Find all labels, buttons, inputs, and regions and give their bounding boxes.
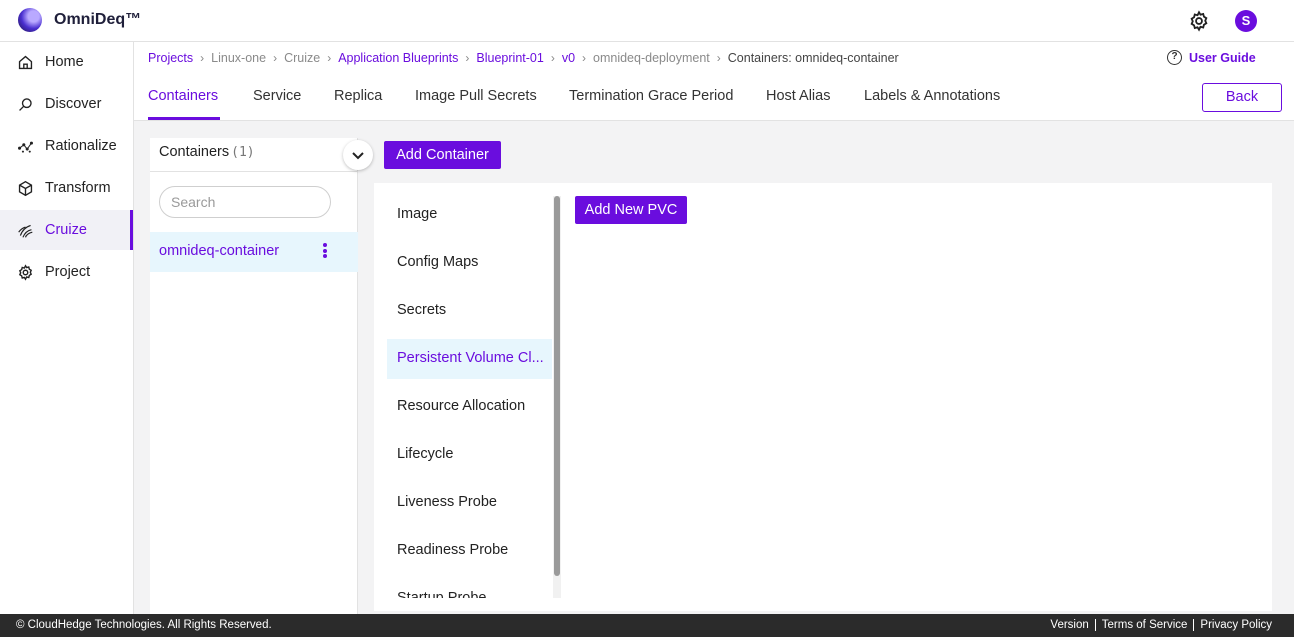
breadcrumb-projects[interactable]: Projects (148, 51, 193, 65)
containers-count: (1) (231, 145, 255, 160)
section-readiness-probe[interactable]: Readiness Probe (387, 531, 552, 571)
breadcrumb-version[interactable]: v0 (562, 51, 575, 65)
user-avatar[interactable]: S (1235, 10, 1257, 32)
project-gear-icon (18, 264, 33, 281)
footer-link-terms[interactable]: Terms of Service (1094, 619, 1194, 631)
sidebar-item-label: Transform (45, 180, 111, 196)
collapse-panel-button[interactable] (343, 140, 373, 170)
breadcrumb-application-blueprints[interactable]: Application Blueprints (338, 51, 458, 65)
section-scrollbar[interactable] (553, 196, 561, 598)
section-label: Lifecycle (397, 446, 454, 462)
app-header: OmniDeq™ S (0, 0, 1294, 42)
section-label: Startup Probe (397, 590, 487, 598)
tab-service[interactable]: Service (253, 88, 301, 104)
cruize-icon (18, 224, 33, 238)
user-guide-label: User Guide (1189, 50, 1256, 65)
footer: © CloudHedge Technologies. All Rights Re… (0, 614, 1294, 637)
section-label: Config Maps (397, 254, 479, 270)
tab-termination-grace-period[interactable]: Termination Grace Period (569, 88, 733, 104)
chevron-right-icon: › (465, 51, 470, 65)
section-label: Image (397, 206, 438, 222)
back-button[interactable]: Back (1202, 83, 1282, 112)
sidebar-item-label: Rationalize (45, 138, 117, 154)
tab-host-alias[interactable]: Host Alias (766, 88, 830, 104)
help-icon: ? (1167, 50, 1182, 65)
footer-link-version[interactable]: Version (1044, 619, 1094, 631)
gear-icon[interactable] (1188, 10, 1210, 32)
list-item[interactable]: omnideq-container (150, 232, 358, 272)
section-image[interactable]: Image (387, 195, 552, 235)
section-secrets[interactable]: Secrets (387, 291, 552, 331)
breadcrumb: Projects › Linux-one › Cruize › Applicat… (148, 50, 899, 66)
home-icon (18, 55, 33, 70)
section-label: Liveness Probe (397, 494, 497, 510)
scrollbar-thumb[interactable] (554, 196, 560, 576)
sidebar-item-label: Cruize (45, 222, 87, 238)
sidebar-item-home[interactable]: Home (0, 42, 133, 82)
add-new-pvc-button[interactable]: Add New PVC (575, 196, 687, 224)
tab-labels-annotations[interactable]: Labels & Annotations (864, 88, 1000, 104)
section-config-maps[interactable]: Config Maps (387, 243, 552, 283)
container-config-panel: Image Config Maps Secrets Persistent Vol… (374, 183, 1272, 611)
breadcrumb-linux-one: Linux-one (211, 51, 267, 65)
section-label: Persistent Volume Cl... (397, 350, 544, 366)
section-persistent-volume-claims[interactable]: Persistent Volume Cl... (387, 339, 552, 379)
chevron-right-icon: › (582, 51, 587, 65)
section-lifecycle[interactable]: Lifecycle (387, 435, 552, 475)
chevron-right-icon: › (273, 51, 278, 65)
tab-image-pull-secrets[interactable]: Image Pull Secrets (415, 88, 537, 104)
omnideq-logo-icon[interactable] (18, 8, 42, 32)
section-list: Image Config Maps Secrets Persistent Vol… (387, 183, 552, 598)
copyright-text: © CloudHedge Technologies. All Rights Re… (16, 619, 272, 631)
sidebar-item-label: Discover (45, 96, 102, 112)
sidebar-item-transform[interactable]: Transform (0, 168, 133, 208)
section-liveness-probe[interactable]: Liveness Probe (387, 483, 552, 523)
sidebar-item-label: Project (45, 264, 91, 280)
sidebar: Home Discover Rationalize Transform Crui… (0, 42, 134, 614)
discover-icon (19, 98, 32, 111)
section-label: Readiness Probe (397, 542, 509, 558)
chevron-right-icon: › (200, 51, 205, 65)
brand-name[interactable]: OmniDeq™ (54, 11, 141, 29)
tab-replica[interactable]: Replica (334, 88, 382, 104)
breadcrumb-blueprint[interactable]: Blueprint-01 (476, 51, 543, 65)
chevron-down-icon (352, 152, 364, 160)
footer-link-privacy[interactable]: Privacy Policy (1193, 619, 1278, 631)
add-container-button[interactable]: Add Container (384, 141, 501, 169)
chevron-right-icon: › (716, 51, 721, 65)
cube-icon (18, 180, 33, 197)
tab-containers[interactable]: Containers (148, 88, 218, 104)
sidebar-item-rationalize[interactable]: Rationalize (0, 126, 133, 166)
sidebar-item-discover[interactable]: Discover (0, 84, 133, 124)
rationalize-icon (18, 141, 33, 153)
more-vertical-icon[interactable] (322, 243, 328, 259)
section-startup-probe[interactable]: Startup Probe (387, 579, 552, 598)
section-label: Secrets (397, 302, 447, 318)
section-resource-allocation[interactable]: Resource Allocation (387, 387, 552, 427)
chevron-right-icon: › (550, 51, 555, 65)
container-name: omnideq-container (159, 243, 280, 259)
sidebar-item-label: Home (45, 54, 84, 70)
section-label: Resource Allocation (397, 398, 526, 414)
sidebar-item-cruize[interactable]: Cruize (0, 210, 133, 250)
tab-bar: Containers Service Replica Image Pull Se… (134, 78, 1294, 121)
breadcrumb-current: Containers: omnideq-container (727, 51, 899, 65)
chevron-right-icon: › (327, 51, 332, 65)
containers-title-text: Containers (159, 144, 230, 160)
container-search-input[interactable] (159, 186, 331, 218)
containers-panel: Containers(1) omnideq-container (150, 138, 358, 614)
active-tab-indicator (148, 117, 220, 120)
containers-panel-header: Containers (1) (150, 138, 358, 172)
containers-panel-title: Containers (1) (159, 144, 255, 160)
sidebar-item-project[interactable]: Project (0, 252, 133, 292)
breadcrumb-deployment: omnideq-deployment (593, 51, 710, 65)
footer-links: Version Terms of Service Privacy Policy (1044, 619, 1278, 631)
breadcrumb-cruize: Cruize (284, 51, 321, 65)
user-guide-link[interactable]: ? User Guide (1167, 50, 1256, 65)
